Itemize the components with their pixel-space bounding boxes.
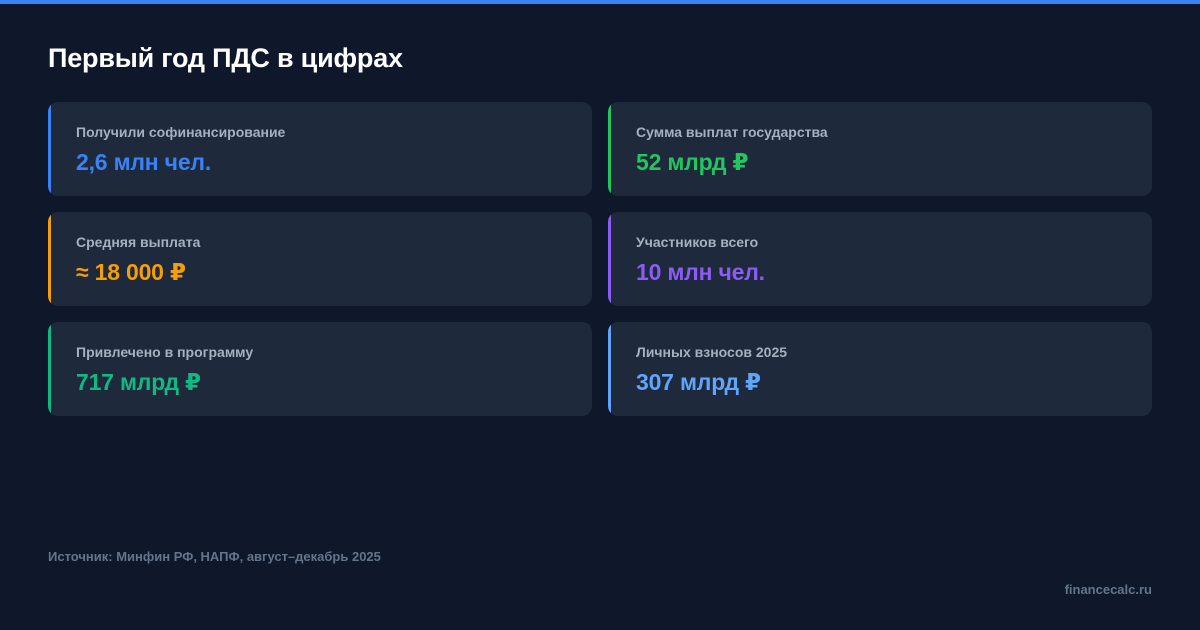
page-title: Первый год ПДС в цифрах <box>48 43 403 73</box>
stat-label: Личных взносов 2025 <box>636 344 788 360</box>
stat-card-cofinancing: Получили софинансирование 2,6 млн чел. <box>48 102 592 196</box>
stat-card-state-payments: Сумма выплат государства 52 млрд ₽ <box>608 102 1152 196</box>
stat-value: 717 млрд ₽ <box>76 369 201 395</box>
stat-card-total-participants: Участников всего 10 млн чел. <box>608 212 1152 306</box>
stat-label: Участников всего <box>636 234 759 250</box>
stat-value: 52 млрд ₽ <box>636 149 749 175</box>
card-accent-bar <box>48 212 51 306</box>
stat-label: Привлечено в программу <box>76 344 254 360</box>
stat-value: 2,6 млн чел. <box>76 149 212 175</box>
stats-grid: Получили софинансирование 2,6 млн чел. С… <box>48 102 1152 416</box>
top-accent-bar <box>0 0 1200 4</box>
stat-value: 10 млн чел. <box>636 259 765 285</box>
card-accent-bar <box>608 102 611 196</box>
stat-value: ≈ 18 000 ₽ <box>76 259 186 285</box>
card-accent-bar <box>48 322 51 416</box>
site-watermark: financecalc.ru <box>1064 582 1152 597</box>
stat-label: Сумма выплат государства <box>636 124 828 140</box>
card-accent-bar <box>608 322 611 416</box>
card-accent-bar <box>608 212 611 306</box>
stat-card-attracted-funds: Привлечено в программу 717 млрд ₽ <box>48 322 592 416</box>
stat-card-personal-contributions: Личных взносов 2025 307 млрд ₽ <box>608 322 1152 416</box>
source-note: Источник: Минфин РФ, НАПФ, август–декабр… <box>48 549 381 564</box>
card-accent-bar <box>48 102 51 196</box>
stat-value: 307 млрд ₽ <box>636 369 761 395</box>
stat-label: Средняя выплата <box>76 234 201 250</box>
stat-card-average-payment: Средняя выплата ≈ 18 000 ₽ <box>48 212 592 306</box>
stat-label: Получили софинансирование <box>76 124 286 140</box>
